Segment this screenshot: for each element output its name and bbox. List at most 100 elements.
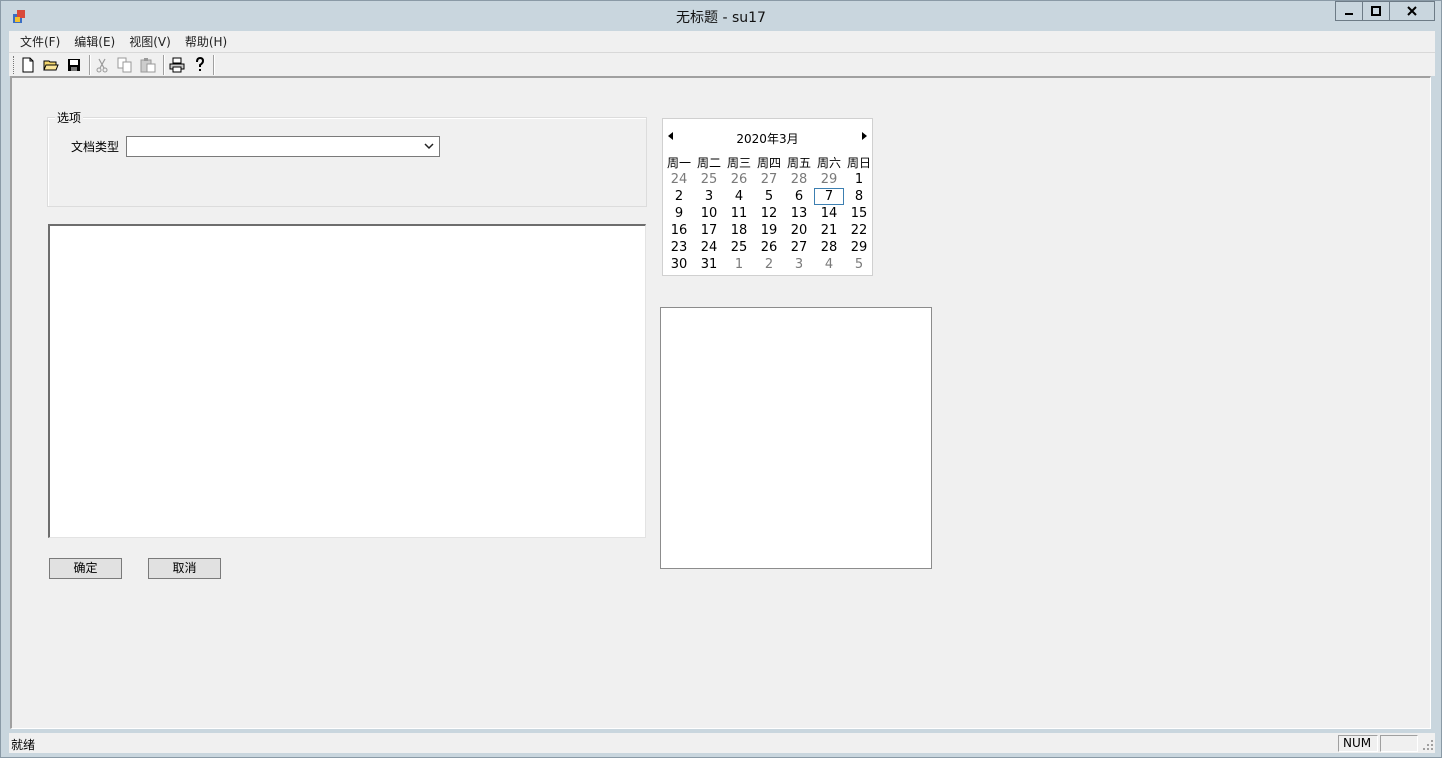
side-panel[interactable]	[660, 307, 932, 569]
menu-bar: 文件(F) 编辑(E) 视图(V) 帮助(H)	[9, 31, 1435, 52]
calendar-day[interactable]: 5	[754, 188, 784, 205]
calendar-day[interactable]: 30	[664, 256, 694, 273]
open-button[interactable]	[42, 56, 60, 74]
menu-help[interactable]: 帮助(H)	[178, 32, 234, 52]
help-icon	[196, 57, 205, 71]
calendar-day[interactable]: 7	[814, 188, 844, 205]
calendar-day[interactable]: 17	[694, 222, 724, 239]
calendar-day[interactable]: 23	[664, 239, 694, 256]
calendar-day[interactable]: 16	[664, 222, 694, 239]
save-icon	[68, 59, 80, 71]
calendar-day[interactable]: 25	[724, 239, 754, 256]
copy-button[interactable]	[116, 56, 134, 74]
calendar-day[interactable]: 19	[754, 222, 784, 239]
menu-edit[interactable]: 编辑(E)	[67, 32, 122, 52]
calendar-day[interactable]: 14	[814, 205, 844, 222]
calendar-day[interactable]: 24	[664, 171, 694, 188]
calendar-day[interactable]: 22	[844, 222, 874, 239]
calendar-day[interactable]: 15	[844, 205, 874, 222]
calendar-weekday: 周一	[666, 156, 691, 170]
chevron-down-icon	[424, 143, 434, 150]
doc-type-select[interactable]	[126, 136, 440, 157]
text-edit-area[interactable]	[48, 224, 646, 538]
close-button[interactable]	[1389, 1, 1435, 21]
title-bar: 无标题 - su17	[1, 1, 1441, 31]
calendar-day[interactable]: 6	[784, 188, 814, 205]
calendar-day[interactable]: 27	[784, 239, 814, 256]
calendar-day[interactable]: 4	[814, 256, 844, 273]
paste-icon	[140, 58, 156, 73]
calendar-day[interactable]: 31	[694, 256, 724, 273]
calendar-weekday: 周三	[726, 156, 751, 170]
menu-file[interactable]: 文件(F)	[13, 32, 67, 52]
save-button[interactable]	[65, 56, 83, 74]
help-button[interactable]	[191, 56, 209, 74]
calendar-day[interactable]: 25	[694, 171, 724, 188]
calendar-day[interactable]: 8	[844, 188, 874, 205]
ok-button[interactable]: 确定	[49, 558, 122, 579]
calendar-weekdays: 周一 周二 周三 周四 周五 周六 周日	[664, 154, 874, 170]
calendar-day[interactable]: 1	[844, 171, 874, 188]
options-group-label: 选项	[55, 109, 84, 126]
options-group	[47, 117, 647, 207]
close-icon	[1407, 6, 1417, 16]
calendar-next-icon[interactable]	[861, 132, 867, 140]
doc-type-label: 文档类型	[71, 140, 120, 154]
copy-icon	[117, 57, 132, 73]
calendar-week-row: 23 24 25 26 27 28 29	[664, 239, 874, 256]
calendar-day[interactable]: 2	[664, 188, 694, 205]
calendar-day[interactable]: 12	[754, 205, 784, 222]
print-button[interactable]	[168, 56, 186, 74]
calendar-day[interactable]: 3	[784, 256, 814, 273]
toolbar-grip[interactable]	[13, 56, 16, 74]
toolbar	[9, 52, 1435, 76]
calendar-day[interactable]: 28	[784, 171, 814, 188]
cut-button[interactable]	[93, 56, 111, 74]
calendar-day[interactable]: 24	[694, 239, 724, 256]
toolbar-separator	[213, 55, 215, 75]
calendar-day[interactable]: 26	[754, 239, 784, 256]
minimize-button[interactable]	[1335, 1, 1363, 21]
calendar-day[interactable]: 10	[694, 205, 724, 222]
cancel-button[interactable]: 取消	[148, 558, 221, 579]
resize-grip-icon[interactable]	[1420, 737, 1434, 751]
new-file-button[interactable]	[19, 56, 37, 74]
toolbar-separator	[89, 55, 91, 75]
calendar-day[interactable]: 27	[754, 171, 784, 188]
calendar-day[interactable]: 13	[784, 205, 814, 222]
window-title: 无标题 - su17	[676, 10, 766, 26]
minimize-icon	[1345, 13, 1353, 15]
calendar-day[interactable]: 21	[814, 222, 844, 239]
calendar-day[interactable]: 4	[724, 188, 754, 205]
calendar-day[interactable]: 2	[754, 256, 784, 273]
calendar-day[interactable]: 5	[844, 256, 874, 273]
cut-icon	[96, 58, 108, 73]
calendar-weekday: 周日	[846, 156, 871, 170]
calendar-week-row: 16 17 18 19 20 21 22	[664, 222, 874, 239]
calendar-day[interactable]: 11	[724, 205, 754, 222]
maximize-icon	[1371, 6, 1381, 16]
calendar-day[interactable]: 28	[814, 239, 844, 256]
calendar-day[interactable]: 18	[724, 222, 754, 239]
calendar-week-row: 9 10 11 12 13 14 15	[664, 205, 874, 222]
calendar-week-row: 24 25 26 27 28 29 1	[664, 171, 874, 188]
calendar-day[interactable]: 26	[724, 171, 754, 188]
status-pane	[1380, 735, 1418, 752]
open-folder-icon	[43, 60, 59, 71]
paste-button[interactable]	[139, 56, 157, 74]
calendar-day[interactable]: 20	[784, 222, 814, 239]
calendar-weekday: 周六	[816, 156, 841, 170]
calendar-day[interactable]: 1	[724, 256, 754, 273]
month-calendar[interactable]: 2020年3月 周一 周二 周三 周四 周五 周六 周日 24 25 26 27 28 29 1 2 3 4 5…	[662, 118, 873, 276]
maximize-button[interactable]	[1362, 1, 1390, 21]
calendar-day[interactable]: 9	[664, 205, 694, 222]
calendar-title[interactable]: 2020年3月	[663, 130, 872, 147]
print-icon	[169, 57, 185, 73]
calendar-day[interactable]: 29	[844, 239, 874, 256]
calendar-day[interactable]: 29	[814, 171, 844, 188]
calendar-day[interactable]: 3	[694, 188, 724, 205]
calendar-weekday: 周二	[696, 156, 721, 170]
calendar-week-row: 30 31 1 2 3 4 5	[664, 256, 874, 273]
toolbar-separator	[163, 55, 165, 75]
menu-view[interactable]: 视图(V)	[122, 32, 178, 52]
